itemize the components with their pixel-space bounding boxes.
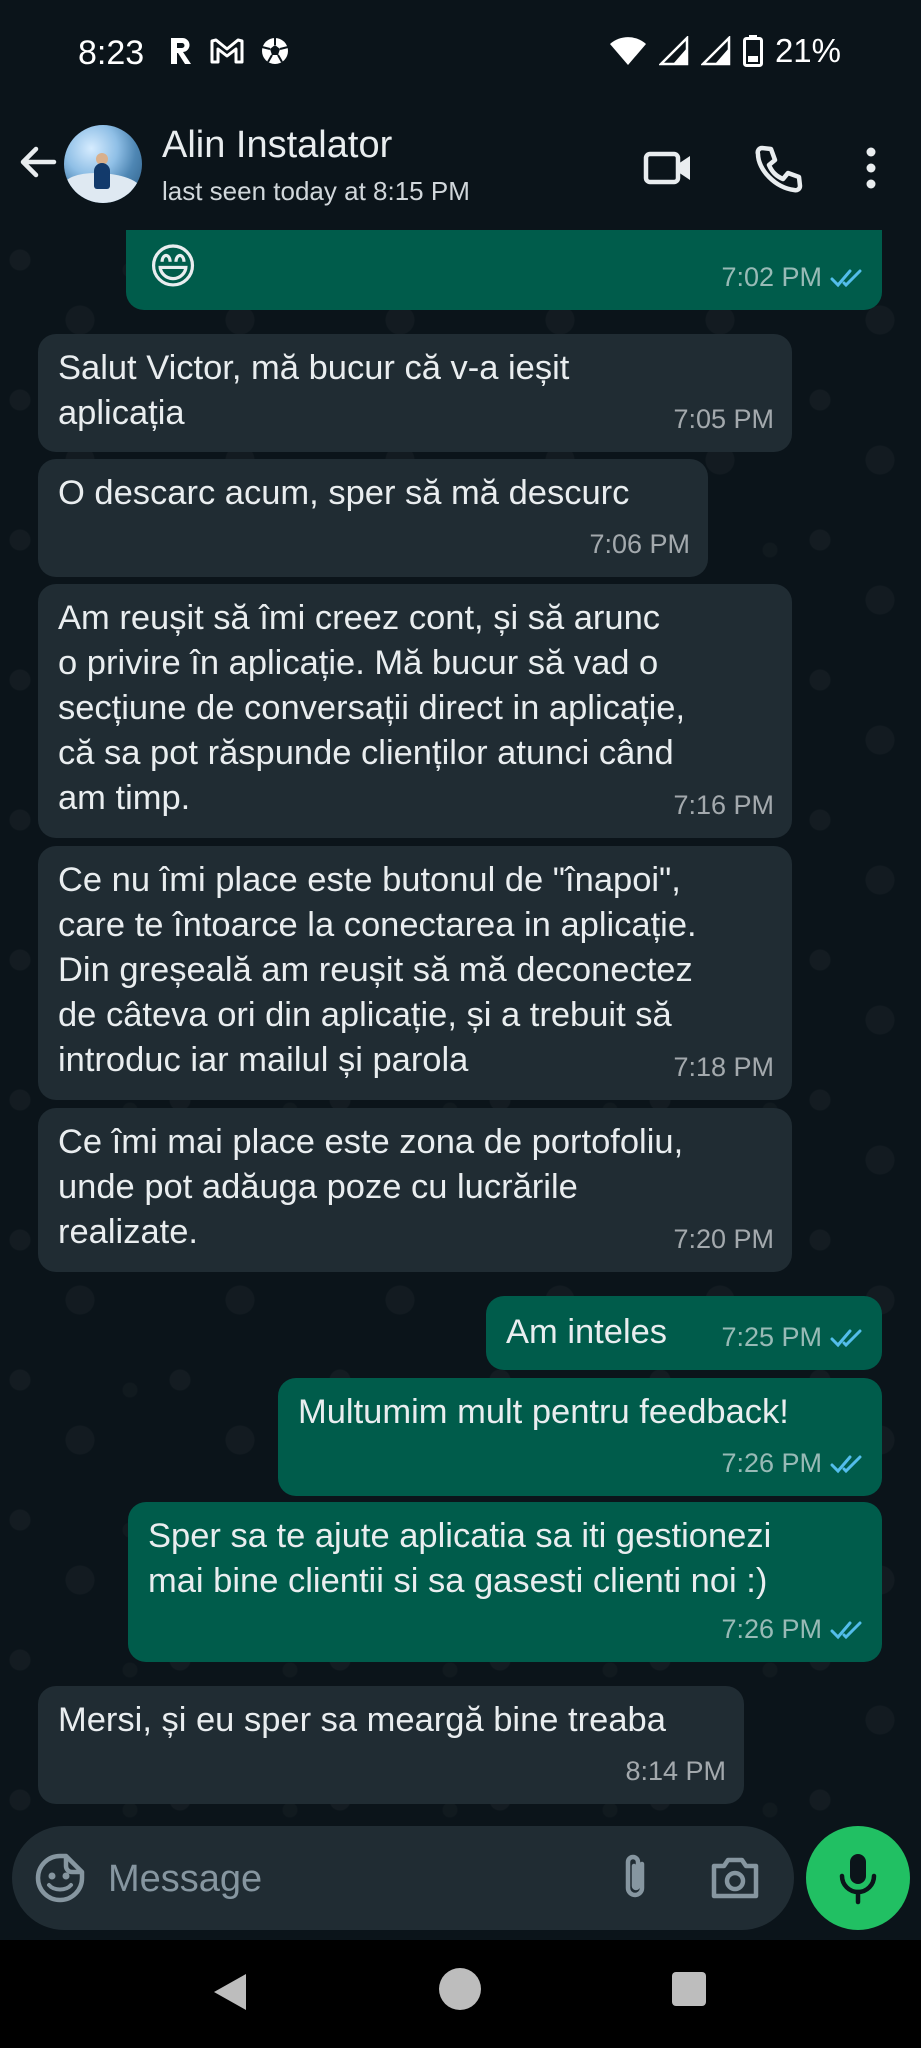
nav-recents-icon[interactable] bbox=[672, 1972, 706, 2006]
message-meta: 7:05 PM bbox=[673, 397, 774, 442]
last-seen-status: last seen today at 8:15 PM bbox=[162, 176, 470, 206]
contact-avatar[interactable] bbox=[64, 125, 142, 203]
signal-icon bbox=[658, 36, 689, 66]
message-text: Mersi, și eu sper sa meargă bine treaba bbox=[58, 1701, 666, 1739]
message-time: 7:26 PM bbox=[721, 1614, 822, 1644]
message-meta: 7:20 PM bbox=[673, 1217, 774, 1262]
message-text: Ce îmi mai place este zona de portofoliu… bbox=[58, 1123, 684, 1251]
gmail-icon bbox=[210, 38, 244, 64]
message-bubble-incoming[interactable]: Mersi, și eu sper sa meargă bine treaba … bbox=[38, 1686, 744, 1804]
message-bubble-incoming[interactable]: Am reușit să îmi creez cont, și să arunc… bbox=[38, 584, 792, 838]
sticker-emoji-icon[interactable] bbox=[34, 1852, 86, 1904]
microphone-icon bbox=[839, 1854, 877, 1905]
message-meta: 7:26 PM bbox=[721, 1441, 864, 1486]
system-indicators: 21% bbox=[609, 32, 841, 70]
battery-icon bbox=[742, 35, 763, 67]
message-bubble-outgoing[interactable]: Multumim mult pentru feedback! 7:26 PM bbox=[278, 1378, 882, 1496]
wifi-icon bbox=[609, 37, 646, 65]
message-time: 7:06 PM bbox=[589, 529, 690, 559]
message-time: 8:14 PM bbox=[625, 1756, 726, 1786]
message-meta: 7:06 PM bbox=[589, 522, 690, 567]
message-text: Salut Victor, mă bucur că v-a ieșit apli… bbox=[58, 349, 570, 432]
message-meta: 7:02 PM bbox=[721, 255, 864, 300]
message-time: 7:05 PM bbox=[673, 404, 774, 434]
message-meta: 8:14 PM bbox=[625, 1749, 726, 1794]
nav-back-icon[interactable] bbox=[210, 1970, 250, 2014]
more-vert-icon[interactable] bbox=[856, 142, 886, 194]
message-input[interactable] bbox=[106, 1852, 550, 1906]
status-bar: 8:23 21% bbox=[0, 0, 921, 108]
signal-icon-2 bbox=[700, 36, 731, 66]
message-text: Multumim mult pentru feedback! bbox=[298, 1393, 789, 1431]
message-time: 7:18 PM bbox=[673, 1052, 774, 1082]
message-time: 7:20 PM bbox=[673, 1224, 774, 1254]
read-ticks-icon bbox=[830, 269, 862, 287]
paperclip-icon[interactable] bbox=[608, 1850, 664, 1906]
message-text: O descarc acum, sper să mă descurc bbox=[58, 474, 630, 512]
message-bubble-incoming[interactable]: Ce îmi mai place este zona de portofoliu… bbox=[38, 1108, 792, 1272]
chat-messages-area[interactable]: 😄 7:02 PM Salut Victor, mă bucur că v-a … bbox=[0, 230, 921, 1818]
message-text: Sper sa te ajute aplicatia sa iti gestio… bbox=[148, 1517, 772, 1600]
message-meta: 7:18 PM bbox=[673, 1045, 774, 1090]
camera-icon[interactable] bbox=[708, 1852, 762, 1904]
mic-button[interactable] bbox=[806, 1826, 910, 1930]
message-bubble-outgoing[interactable]: Am inteles 7:25 PM bbox=[486, 1296, 882, 1370]
read-ticks-icon bbox=[830, 1329, 862, 1347]
message-bubble-outgoing[interactable]: 😄 7:02 PM bbox=[126, 230, 882, 310]
message-bubble-incoming[interactable]: Salut Victor, mă bucur că v-a ieșit apli… bbox=[38, 334, 792, 452]
message-composer bbox=[12, 1826, 794, 1930]
message-text: 😄 bbox=[148, 241, 199, 294]
status-time: 8:23 bbox=[78, 34, 145, 72]
r-app-icon bbox=[171, 37, 191, 64]
chat-header: Alin Instalator last seen today at 8:15 … bbox=[0, 108, 921, 230]
message-time: 7:02 PM bbox=[721, 262, 822, 292]
football-icon bbox=[261, 38, 289, 64]
message-meta: 7:25 PM bbox=[721, 1315, 864, 1360]
read-ticks-icon bbox=[830, 1455, 862, 1473]
message-time: 7:26 PM bbox=[721, 1448, 822, 1478]
whatsapp-chat-screen: 8:23 21% Alin Instalator last seen today… bbox=[0, 0, 921, 2048]
back-arrow-icon[interactable] bbox=[14, 138, 62, 186]
nav-home-icon[interactable] bbox=[439, 1968, 481, 2010]
battery-percent: 21% bbox=[774, 32, 841, 69]
message-bubble-outgoing[interactable]: Sper sa te ajute aplicatia sa iti gestio… bbox=[128, 1502, 882, 1662]
message-bubble-incoming[interactable]: O descarc acum, sper să mă descurc 7:06 … bbox=[38, 459, 708, 577]
video-call-icon[interactable] bbox=[642, 142, 694, 194]
message-text: Am reușit să îmi creez cont, și să arunc… bbox=[58, 599, 686, 817]
read-ticks-icon bbox=[830, 1621, 862, 1639]
message-meta: 7:26 PM bbox=[721, 1607, 864, 1652]
phone-icon[interactable] bbox=[752, 142, 804, 194]
message-time: 7:25 PM bbox=[721, 1322, 822, 1352]
system-navigation-bar bbox=[0, 1940, 921, 2048]
message-bubble-incoming[interactable]: Ce nu îmi place este butonul de "înapoi"… bbox=[38, 846, 792, 1100]
contact-name[interactable]: Alin Instalator bbox=[162, 124, 392, 167]
message-time: 7:16 PM bbox=[673, 790, 774, 820]
notification-icons bbox=[168, 36, 290, 66]
message-meta: 7:16 PM bbox=[673, 783, 774, 828]
message-text: Ce nu îmi place este butonul de "înapoi"… bbox=[58, 861, 697, 1079]
